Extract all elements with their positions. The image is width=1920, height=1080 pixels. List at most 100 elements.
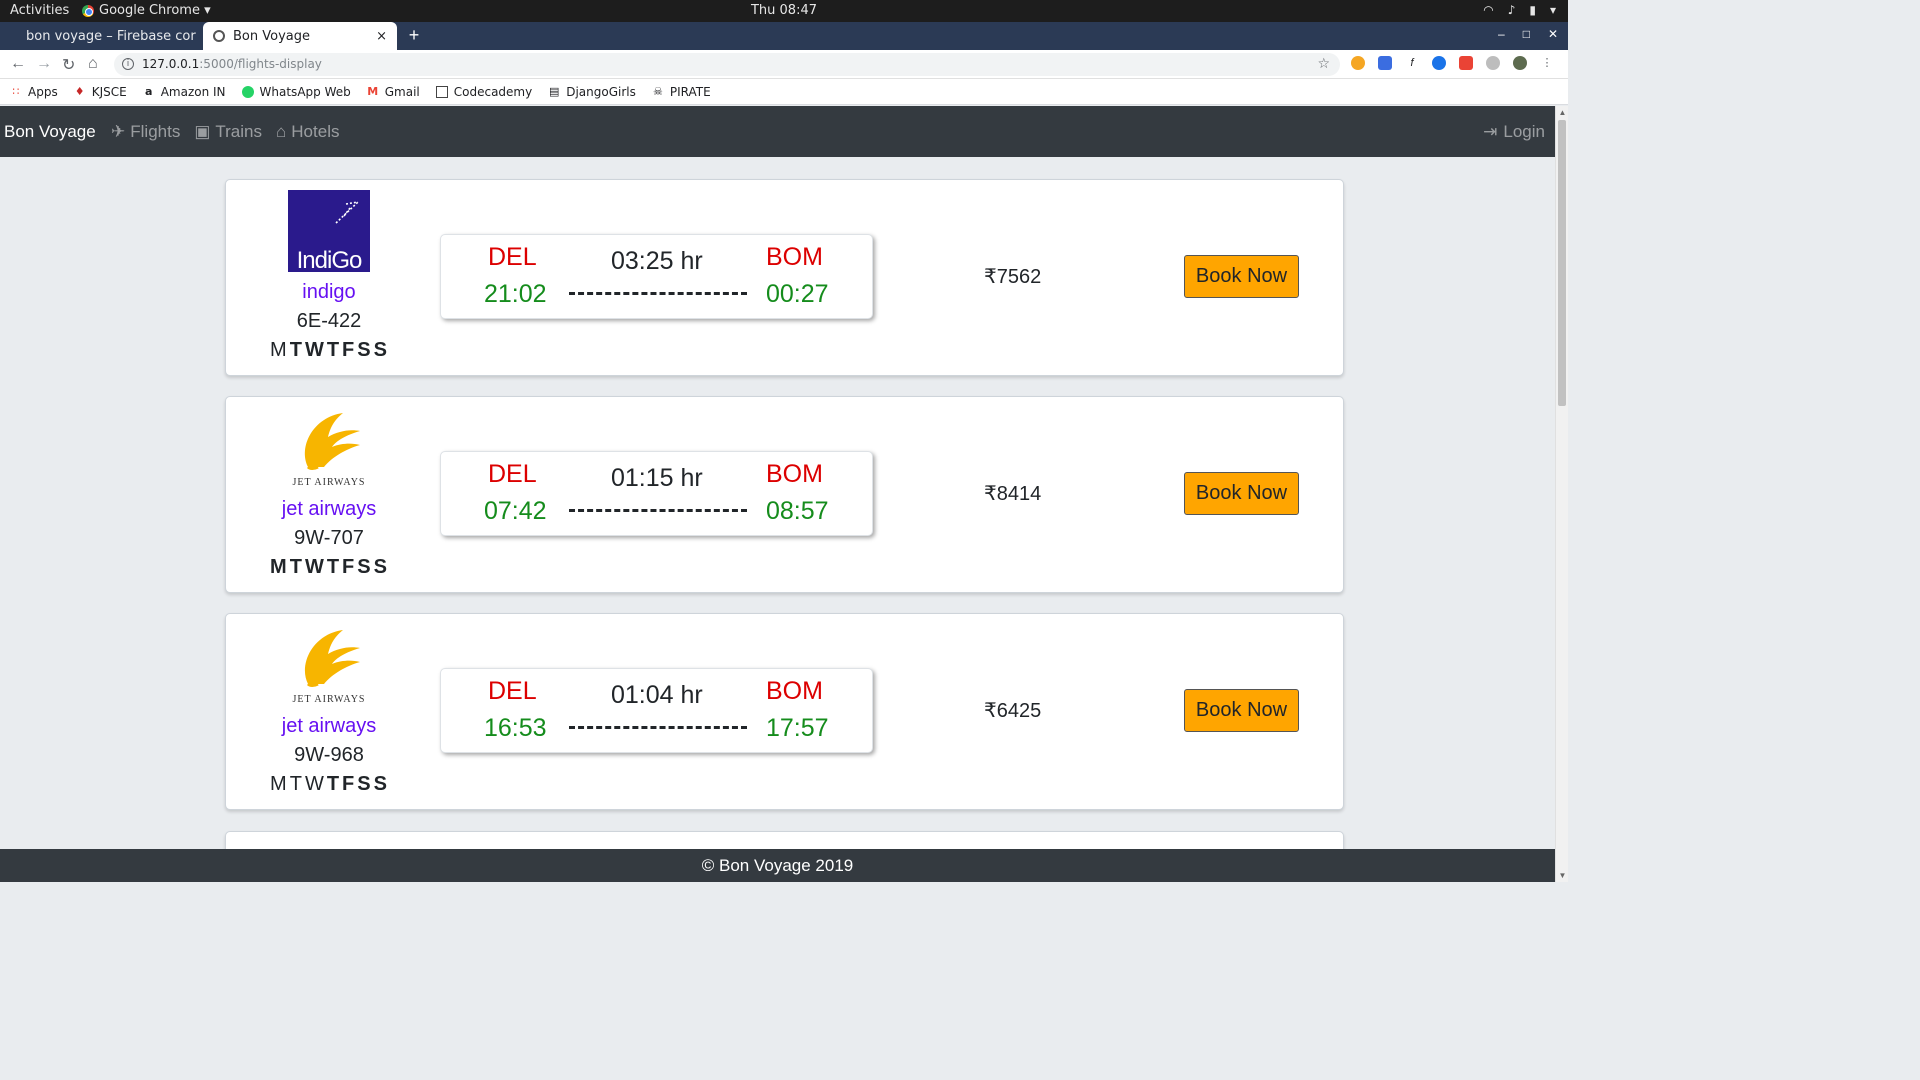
indigo-logo: IndiGo bbox=[288, 190, 370, 274]
airline-name: jet airways bbox=[281, 498, 377, 520]
codecademy-icon bbox=[435, 85, 448, 98]
svg-text:IndiGo: IndiGo bbox=[297, 247, 362, 272]
system-tray[interactable]: ◠ ♪ ▮ ▾ bbox=[1483, 3, 1556, 17]
login-label: Login bbox=[1503, 122, 1545, 141]
day-letter: W bbox=[304, 556, 325, 578]
login-link[interactable]: ⇥ Login bbox=[1483, 122, 1545, 142]
battery-icon: ▮ bbox=[1529, 3, 1536, 17]
extension-pen-icon[interactable] bbox=[1378, 56, 1392, 70]
day-letter: T bbox=[289, 773, 303, 795]
site-footer: © Bon Voyage 2019 bbox=[0, 849, 1555, 882]
origin-airport: DEL bbox=[488, 677, 537, 705]
svg-text:JET AIRWAYS: JET AIRWAYS bbox=[293, 477, 366, 488]
amazon-icon: a bbox=[144, 84, 153, 98]
nav-hotels[interactable]: ⌂ Hotels bbox=[276, 122, 339, 142]
back-arrow-icon[interactable]: ← bbox=[10, 55, 26, 73]
nav-label: Hotels bbox=[291, 122, 340, 141]
url-path: :5000/flights-display bbox=[199, 57, 322, 71]
extension-megaphone-icon[interactable] bbox=[1459, 56, 1473, 70]
bookmark-codecademy[interactable]: Codecademy bbox=[435, 84, 533, 99]
flight-code: 9W-968 bbox=[294, 744, 364, 766]
departure-time: 21:02 bbox=[484, 280, 547, 308]
flight-duration: 01:15 hr bbox=[611, 464, 703, 492]
home-icon[interactable]: ⌂ bbox=[88, 55, 98, 73]
day-letter: S bbox=[373, 773, 388, 795]
extension-formula-icon[interactable]: f bbox=[1405, 56, 1419, 70]
maximize-icon[interactable]: □ bbox=[1523, 27, 1530, 41]
clock[interactable]: Thu 08:47 bbox=[0, 3, 1568, 18]
flight-duration: 03:25 hr bbox=[611, 247, 703, 275]
day-letter: M bbox=[270, 339, 288, 361]
day-letter: T bbox=[289, 556, 303, 578]
bookmark-apps[interactable]: ∷ Apps bbox=[10, 85, 58, 99]
fare-price: ₹7562 bbox=[984, 266, 1042, 288]
airline-info: JET AIRWAYS jet airways 9W-707 MTWTFSS bbox=[226, 407, 432, 579]
day-letter: S bbox=[373, 556, 388, 578]
book-now-button[interactable]: Book Now bbox=[1184, 255, 1299, 298]
forward-arrow-icon[interactable]: → bbox=[36, 55, 52, 73]
profile-avatar[interactable] bbox=[1513, 56, 1527, 70]
extensions-area: f ⋮ bbox=[1351, 56, 1554, 70]
operating-days: MTWTFSS bbox=[226, 556, 432, 579]
route-box: DEL 01:04 hr BOM 16:53 17:57 bbox=[440, 668, 873, 753]
book-now-button[interactable]: Book Now bbox=[1184, 472, 1299, 515]
nav-flights[interactable]: ✈ Flights bbox=[111, 122, 180, 142]
route-dashed-line bbox=[569, 292, 747, 295]
plane-icon: ✈ bbox=[111, 122, 126, 141]
bookmark-djangogirls[interactable]: ▤ DjangoGirls bbox=[548, 85, 636, 99]
reload-icon[interactable]: ↻ bbox=[62, 55, 75, 75]
url-field[interactable]: i 127.0.0.1:5000/flights-display ☆ bbox=[114, 53, 1340, 76]
bookmark-label: WhatsApp Web bbox=[259, 84, 351, 99]
route-dashed-line bbox=[569, 726, 747, 729]
extension-gp-icon[interactable] bbox=[1432, 56, 1446, 70]
scroll-down-icon[interactable]: ▼ bbox=[1558, 871, 1567, 880]
minimize-icon[interactable]: – bbox=[1498, 27, 1505, 41]
day-letter: M bbox=[270, 773, 288, 795]
page-scrollbar[interactable]: ▲ ▼ bbox=[1555, 106, 1568, 882]
airline-info: JET AIRWAYS jet airways 9W-968 MTWTFSS bbox=[226, 624, 432, 796]
sign-in-icon: ⇥ bbox=[1483, 122, 1498, 141]
airline-info: IndiGo indigo 6E-422 MTWTFSS bbox=[226, 190, 432, 362]
tab-firebase[interactable]: bon voyage – Firebase cor × bbox=[8, 22, 200, 50]
bookmark-label: KJSCE bbox=[91, 84, 127, 99]
bookmark-gmail[interactable]: M Gmail bbox=[367, 85, 420, 99]
bookmark-label: Codecademy bbox=[453, 84, 533, 99]
book-now-button[interactable]: Book Now bbox=[1184, 689, 1299, 732]
jet-airways-logo: JET AIRWAYS bbox=[293, 413, 366, 488]
menu-dots-icon[interactable]: ⋮ bbox=[1540, 56, 1554, 70]
route-dashed-line bbox=[569, 509, 747, 512]
bookmark-whatsapp[interactable]: WhatsApp Web bbox=[241, 84, 351, 99]
close-window-icon[interactable]: ✕ bbox=[1548, 27, 1558, 41]
bookmark-star-icon[interactable]: ☆ bbox=[1317, 53, 1330, 76]
day-letter: S bbox=[357, 339, 372, 361]
flight-card: JET AIRWAYS jet airways 9W-707 MTWTFSS D… bbox=[225, 396, 1344, 593]
scroll-up-icon[interactable]: ▲ bbox=[1558, 108, 1567, 117]
scrollbar-thumb[interactable] bbox=[1558, 120, 1566, 406]
day-letter: T bbox=[326, 773, 341, 795]
new-tab-button[interactable]: + bbox=[403, 25, 425, 47]
bookmark-label: Gmail bbox=[384, 84, 420, 99]
day-letter: T bbox=[289, 339, 303, 361]
info-icon[interactable]: i bbox=[122, 58, 134, 70]
bookmark-pirate[interactable]: ☠ PIRATE bbox=[652, 85, 711, 99]
day-letter: S bbox=[373, 339, 388, 361]
day-letter: S bbox=[357, 556, 372, 578]
flight-code: 6E-422 bbox=[296, 310, 362, 332]
close-tab-icon[interactable]: × bbox=[376, 29, 387, 44]
bookmark-label: Apps bbox=[28, 84, 58, 99]
destination-airport: BOM bbox=[766, 677, 823, 705]
operating-days: MTWTFSS bbox=[226, 339, 432, 362]
bookmark-kjsce[interactable]: ♦ KJSCE bbox=[74, 85, 127, 99]
extension-cookie-icon[interactable] bbox=[1351, 56, 1365, 70]
brand-link[interactable]: Bon Voyage bbox=[4, 122, 96, 142]
day-letter: T bbox=[326, 556, 341, 578]
tab-bon-voyage[interactable]: Bon Voyage × bbox=[203, 22, 397, 50]
route-box: DEL 01:15 hr BOM 07:42 08:57 bbox=[440, 451, 873, 536]
bookmark-amazon[interactable]: a Amazon IN bbox=[143, 85, 226, 99]
book-icon: ▤ bbox=[549, 84, 560, 98]
nav-trains[interactable]: ▣ Trains bbox=[194, 122, 262, 142]
extension-blocked-icon[interactable] bbox=[1486, 56, 1500, 70]
flight-card: JET AIRWAYS jet airways 9W-968 MTWTFSS D… bbox=[225, 613, 1344, 810]
flight-card: IndiGo indigo 6E-422 MTWTFSS DEL 03:25 h… bbox=[225, 179, 1344, 376]
flight-code: 9W-707 bbox=[294, 527, 364, 549]
